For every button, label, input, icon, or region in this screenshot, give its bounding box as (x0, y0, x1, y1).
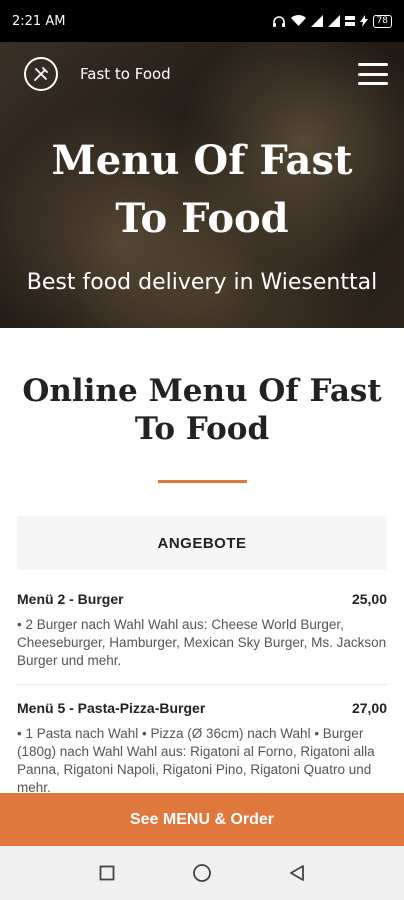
hero-banner: Fast to Food Menu Of Fast To Food Best f… (0, 42, 404, 328)
data-speed-icon (344, 16, 355, 26)
home-icon[interactable] (192, 863, 212, 883)
brand-name[interactable]: Fast to Food (80, 65, 171, 83)
signal-icon (327, 15, 340, 27)
menu-item-name: Menü 2 - Burger (17, 591, 124, 607)
charging-icon (359, 15, 368, 27)
item-divider (17, 684, 387, 685)
see-menu-order-button[interactable]: See MENU & Order (0, 793, 404, 846)
wifi-icon (290, 15, 306, 26)
status-bar: 2:21 AM 78 (0, 0, 404, 42)
logo[interactable] (24, 57, 58, 91)
hero-title: Menu Of Fast To Food (51, 137, 353, 242)
recents-icon[interactable] (99, 865, 115, 881)
menu-item-description: • 2 Burger nach Wahl Wahl aus: Cheese Wo… (17, 617, 387, 668)
category-header[interactable]: ANGEBOTE (17, 516, 387, 570)
battery-icon: 78 (372, 14, 392, 28)
android-navigation-bar (0, 846, 404, 900)
menu-item-price: 27,00 (351, 700, 387, 716)
section-title: Online Menu Of Fast To Food (22, 373, 382, 447)
hamburger-menu-icon[interactable] (358, 63, 388, 85)
menu-item[interactable]: Menü 5 - Pasta-Pizza-Burger 27,00 • 1 Pa… (17, 700, 387, 793)
status-icons: 78 (272, 14, 392, 28)
headphones-icon (272, 15, 285, 27)
menu-item-name: Menü 5 - Pasta-Pizza-Burger (17, 700, 206, 716)
fork-knife-icon (34, 67, 48, 81)
menu-content: Online Menu Of Fast To Food ANGEBOTE Men… (0, 328, 404, 793)
back-icon[interactable] (289, 864, 305, 882)
menu-item-price: 25,00 (351, 591, 387, 607)
signal-icon (310, 15, 323, 27)
header-nav: Fast to Food (24, 56, 388, 92)
menu-item[interactable]: Menü 2 - Burger 25,00 • 2 Burger nach Wa… (17, 591, 387, 670)
menu-item-description: • 1 Pasta nach Wahl • Pizza (Ø 36cm) nac… (17, 726, 375, 793)
status-time: 2:21 AM (12, 13, 66, 29)
hero-subtitle: Best food delivery in Wiesenttal (26, 270, 378, 295)
title-divider (158, 480, 247, 483)
